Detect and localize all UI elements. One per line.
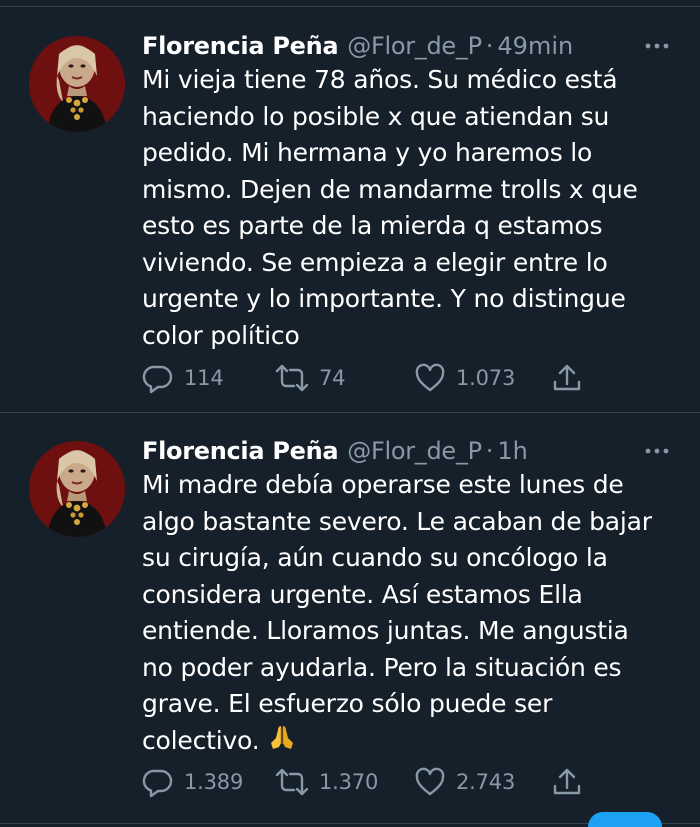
- more-icon[interactable]: [642, 439, 672, 463]
- share-button[interactable]: [551, 358, 583, 398]
- reply-icon: [142, 362, 174, 394]
- tweet-text-line: color político: [142, 320, 300, 350]
- tweet-time[interactable]: 1h: [497, 437, 527, 465]
- tweet[interactable]: Florencia Peña @Flor_de_P · 49min Mi vie…: [0, 8, 700, 412]
- avatar-portrait: [29, 441, 125, 537]
- reply-count: 114: [184, 366, 224, 390]
- like-icon: [414, 766, 446, 798]
- separator-dot: ·: [485, 437, 494, 465]
- like-button[interactable]: 2.743: [414, 762, 515, 802]
- tweet-text-line: su cirugía, aún cuando su oncólogo la: [142, 543, 608, 572]
- reply-button[interactable]: 1.389: [142, 762, 243, 802]
- tweet-text-fragment: colectivo.: [142, 725, 260, 755]
- share-icon: [551, 766, 583, 798]
- tweet[interactable]: Florencia Peña @Flor_de_P · 1h Mi madre …: [0, 413, 700, 823]
- avatar-portrait: [29, 36, 125, 132]
- top-divider: [0, 6, 700, 7]
- more-icon[interactable]: [642, 34, 672, 58]
- tweet-actions: 1.389 1.370 2.743: [142, 762, 602, 802]
- tweet-text-line: no poder ayudarla. Pero la situación es: [142, 652, 622, 682]
- retweet-button[interactable]: 1.370: [275, 762, 378, 802]
- tweet-text-line: considera urgente. Así estamos Ella: [142, 579, 583, 609]
- tweet-time[interactable]: 49min: [497, 32, 573, 60]
- reply-button[interactable]: 114: [142, 358, 224, 398]
- folded-hands-emoji: [267, 723, 297, 764]
- tweet-text-line: Mi madre debía operarse este lunes de: [142, 470, 624, 499]
- reply-count: 1.389: [184, 770, 244, 794]
- tweet-text: Mi vieja tiene 78 años. Su médico está h…: [142, 62, 682, 354]
- author-handle[interactable]: @Flor_de_P: [347, 32, 482, 60]
- tweet-text-line: entiende. Lloramos juntas. Me angustia: [142, 616, 629, 645]
- like-icon: [414, 362, 446, 394]
- share-icon: [551, 362, 583, 394]
- tweet-header: Florencia Peña @Flor_de_P · 1h: [142, 433, 680, 469]
- timeline: Florencia Peña @Flor_de_P · 49min Mi vie…: [0, 0, 700, 827]
- retweet-button[interactable]: 74: [275, 358, 346, 398]
- tweet-text-line: esto es parte de la mierda q estamos: [142, 211, 603, 240]
- compose-button[interactable]: [588, 812, 662, 827]
- reply-icon: [142, 766, 174, 798]
- author-name[interactable]: Florencia Peña: [142, 32, 339, 60]
- tweet-text-line: viviendo. Se empieza a elegir entre lo: [142, 247, 608, 277]
- tweet-text-line: pedido. Mi hermana y yo haremos lo: [142, 138, 593, 167]
- retweet-count: 1.370: [319, 770, 379, 794]
- retweet-icon: [275, 766, 309, 798]
- avatar[interactable]: [29, 36, 125, 132]
- like-button[interactable]: 1.073: [414, 358, 515, 398]
- author-handle[interactable]: @Flor_de_P: [347, 437, 482, 465]
- tweet-actions: 114 74 1.073: [142, 358, 602, 398]
- tweet-text-line: colectivo.: [142, 723, 682, 764]
- tweet-text-line: grave. El esfuerzo sólo puede ser: [142, 689, 553, 718]
- author-name[interactable]: Florencia Peña: [142, 437, 339, 465]
- share-button[interactable]: [551, 762, 583, 802]
- tweet-text-line: algo bastante severo. Le acaban de bajar: [142, 506, 652, 536]
- retweet-icon: [275, 362, 309, 394]
- separator-dot: ·: [485, 32, 494, 60]
- like-count: 2.743: [456, 770, 516, 794]
- like-count: 1.073: [456, 366, 516, 390]
- retweet-count: 74: [319, 366, 346, 390]
- tweet-text-line: urgente y lo importante. Y no distingue: [142, 284, 626, 313]
- avatar[interactable]: [29, 441, 125, 537]
- tweet-text-line: mismo. Dejen de mandarme trolls x que: [142, 174, 638, 204]
- tweet-header: Florencia Peña @Flor_de_P · 49min: [142, 28, 680, 64]
- tweet-text: Mi madre debía operarse este lunes de al…: [142, 467, 682, 763]
- tweet-text-line: Mi vieja tiene 78 años. Su médico está: [142, 65, 618, 94]
- tweet-text-line: haciendo lo posible x que atiendan su: [142, 101, 610, 131]
